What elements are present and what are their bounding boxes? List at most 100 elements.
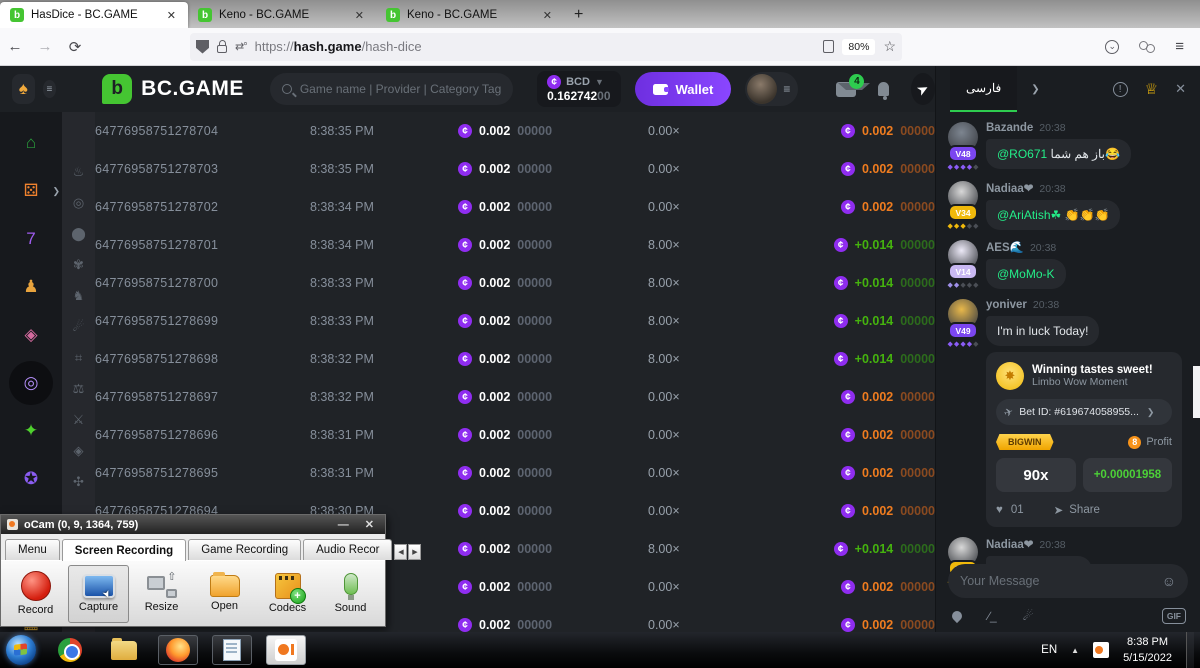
- user-mention[interactable]: @AriAtish☘: [997, 208, 1061, 222]
- tab-close-icon[interactable]: ✕: [353, 9, 366, 22]
- chrome-app[interactable]: [50, 635, 90, 665]
- sidebar-item-dots-wreath-icon[interactable]: ✪: [0, 462, 62, 496]
- back-button[interactable]: ←: [0, 38, 30, 55]
- chat-username[interactable]: AES🌊20:38: [986, 240, 1188, 254]
- submenu-item[interactable]: ◎: [62, 187, 95, 218]
- ocam-record-button[interactable]: Record: [5, 565, 66, 623]
- table-row[interactable]: 647769587512786958:38:31 PM¢0.002000000.…: [95, 454, 935, 492]
- user-mention[interactable]: @MoMo-K: [997, 267, 1055, 281]
- pocket-icon[interactable]: ⌄: [1105, 40, 1119, 54]
- info-icon[interactable]: !: [1113, 82, 1128, 97]
- tab-close-icon[interactable]: ✕: [541, 9, 554, 22]
- tab-close-icon[interactable]: ✕: [165, 9, 178, 22]
- tracking-shield-icon[interactable]: [196, 40, 209, 54]
- rocket-icon[interactable]: ☄: [1023, 609, 1034, 623]
- table-row[interactable]: 647769587512786988:38:32 PM¢0.002000008.…: [95, 340, 935, 378]
- currency-selector[interactable]: ¢ BCD ▼ 0.16274200: [537, 71, 620, 107]
- like-icon[interactable]: ♥: [996, 504, 1003, 516]
- permissions-icon[interactable]: ⇄°: [235, 40, 247, 53]
- reader-mode-icon[interactable]: [823, 40, 834, 53]
- message-input[interactable]: [960, 574, 1162, 588]
- user-mention[interactable]: @RO671: [997, 147, 1047, 161]
- tray-expand-icon[interactable]: ▲: [1071, 646, 1079, 655]
- gif-icon[interactable]: GIF: [1162, 608, 1186, 624]
- scroll-left-icon[interactable]: ◀: [394, 544, 407, 560]
- inbox-button[interactable]: 4: [836, 82, 856, 97]
- chevron-right-icon[interactable]: ❯: [1031, 84, 1039, 95]
- submenu-item[interactable]: ♨: [62, 156, 95, 187]
- submenu-item[interactable]: ⚖: [62, 373, 95, 404]
- url-bar[interactable]: ⇄° https://hash.game/hash-dice 80% ☆: [190, 33, 902, 61]
- ocam-capture-button[interactable]: Capture: [68, 565, 129, 623]
- table-row[interactable]: 647769587512786998:38:33 PM¢0.002000008.…: [95, 302, 935, 340]
- zoom-level-badge[interactable]: 80%: [842, 39, 875, 55]
- sidebar-item-promo-tags-icon[interactable]: ◈: [0, 318, 62, 352]
- chat-username[interactable]: Nadiaa❤20:38: [986, 537, 1188, 551]
- ocam-sound-button[interactable]: Sound: [320, 565, 381, 623]
- ocam-open-button[interactable]: Open: [194, 565, 255, 623]
- submenu-item[interactable]: ☄: [62, 311, 95, 342]
- url-text[interactable]: https://hash.game/hash-dice: [255, 39, 816, 54]
- menu-hamburger-icon[interactable]: ≡: [1175, 38, 1184, 55]
- browser-tab[interactable]: bKeno - BC.GAME✕: [188, 2, 376, 28]
- ocam-tray-icon[interactable]: [1093, 642, 1109, 658]
- sidebar-item-home-icon[interactable]: ⌂: [0, 126, 62, 160]
- ocam-titlebar[interactable]: oCam (0, 9, 1364, 759) — ✕: [1, 515, 385, 534]
- ocam-tab[interactable]: Audio Recor: [303, 539, 392, 560]
- sidebar-item-live-dealer-icon[interactable]: ♟: [0, 270, 62, 304]
- submenu-item[interactable]: ⌗: [62, 342, 95, 373]
- ocam-tab[interactable]: Menu: [5, 539, 60, 560]
- minimize-button[interactable]: —: [333, 519, 354, 531]
- win-share-card[interactable]: ✸Winning tastes sweet!Limbo Wow Moment✈B…: [986, 352, 1182, 527]
- page-scrollbar-thumb[interactable]: [1193, 366, 1200, 418]
- extensions-icon[interactable]: [1139, 41, 1155, 53]
- sidebar-toggle-icon[interactable]: ≡: [43, 80, 57, 98]
- taskbar-clock[interactable]: 8:38 PM 5/15/2022: [1123, 634, 1172, 667]
- bet-id-pill[interactable]: ✈Bet ID: #619674058955...❯: [996, 399, 1172, 425]
- emoji-icon[interactable]: ☺: [1162, 573, 1176, 589]
- user-menu[interactable]: ≡: [745, 72, 798, 106]
- ocam-app[interactable]: [266, 635, 306, 665]
- bookmark-star-icon[interactable]: ☆: [883, 38, 896, 55]
- search-input[interactable]: [300, 82, 501, 96]
- table-row[interactable]: 647769587512787048:38:35 PM¢0.002000000.…: [95, 112, 935, 150]
- table-row[interactable]: 647769587512787018:38:34 PM¢0.002000008.…: [95, 226, 935, 264]
- ocam-resize-button[interactable]: Resize: [131, 565, 192, 623]
- table-row[interactable]: 647769587512787038:38:35 PM¢0.002000000.…: [95, 150, 935, 188]
- share-button[interactable]: ➤Share: [1054, 503, 1100, 517]
- start-button[interactable]: [6, 635, 36, 665]
- browser-tab[interactable]: bHasDice - BC.GAME✕: [0, 2, 188, 28]
- firefox-app[interactable]: [158, 635, 198, 665]
- table-row[interactable]: 647769587512786968:38:31 PM¢0.002000000.…: [95, 416, 935, 454]
- spade-logo-icon[interactable]: ♠: [12, 74, 35, 104]
- forward-button[interactable]: →: [30, 38, 60, 55]
- close-button[interactable]: ✕: [360, 518, 379, 531]
- submenu-item[interactable]: ✣: [62, 466, 95, 497]
- lock-icon[interactable]: [217, 45, 227, 53]
- submenu-item[interactable]: ✾: [62, 249, 95, 280]
- chat-input[interactable]: ☺: [948, 564, 1188, 598]
- sidebar-item-ticket-icon[interactable]: ✦: [0, 414, 62, 448]
- commands-icon[interactable]: ∕_: [988, 609, 997, 623]
- scroll-right-icon[interactable]: ▶: [408, 544, 421, 560]
- notepad-app[interactable]: [212, 635, 252, 665]
- language-indicator[interactable]: EN: [1041, 644, 1057, 656]
- submenu-item[interactable]: ◈: [62, 435, 95, 466]
- bell-icon[interactable]: [878, 82, 889, 96]
- ocam-codecs-button[interactable]: Codecs: [257, 565, 318, 623]
- wallet-button[interactable]: Wallet: [635, 72, 732, 106]
- browser-tab[interactable]: bKeno - BC.GAME✕: [376, 2, 564, 28]
- explorer-app[interactable]: [104, 635, 144, 665]
- sidebar-item-dice-icon[interactable]: ⚄❯: [0, 174, 62, 208]
- submenu-item[interactable]: ⬤: [62, 218, 95, 249]
- chat-language-tab[interactable]: فارسی: [950, 66, 1017, 112]
- ocam-tab[interactable]: Screen Recording: [62, 539, 186, 561]
- show-desktop-button[interactable]: [1186, 632, 1194, 668]
- chat-username[interactable]: Bazande20:38: [986, 122, 1188, 134]
- table-row[interactable]: 647769587512787028:38:34 PM¢0.002000000.…: [95, 188, 935, 226]
- rain-icon[interactable]: [950, 609, 964, 623]
- table-row[interactable]: 647769587512786978:38:32 PM¢0.002000000.…: [95, 378, 935, 416]
- ocam-tab[interactable]: Game Recording: [188, 539, 301, 560]
- avatar[interactable]: [747, 74, 777, 104]
- chat-username[interactable]: yoniver20:38: [986, 299, 1188, 311]
